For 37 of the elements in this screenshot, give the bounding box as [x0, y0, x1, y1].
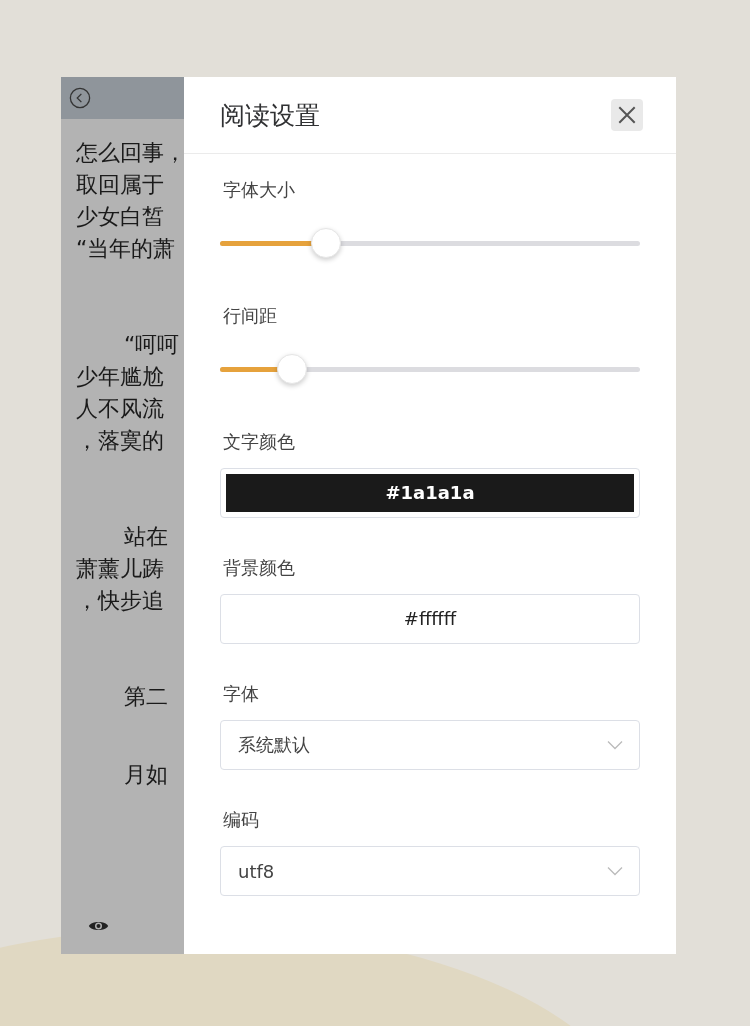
text-line: 站在: [123, 523, 169, 551]
select-value: utf8: [238, 860, 275, 882]
slider-thumb[interactable]: [277, 354, 308, 384]
text-line: 少女白皙: [76, 203, 165, 231]
color-picker[interactable]: #1a1a1a: [220, 468, 640, 518]
setting-label: 背景颜色: [222, 556, 296, 580]
select-value: 系统默认: [238, 733, 310, 757]
text-line: 怎么回事，: [76, 139, 184, 167]
setting-label: 文字颜色: [222, 430, 296, 454]
setting-label: 编码: [222, 808, 260, 832]
close-icon: [616, 104, 638, 126]
back-icon[interactable]: [69, 87, 91, 109]
select-field[interactable]: 系统默认: [220, 720, 640, 770]
text-line: 人不风流: [76, 395, 165, 423]
setting-label: 行间距: [222, 304, 278, 328]
close-button[interactable]: [611, 99, 643, 131]
color-value: #1a1a1a: [226, 474, 634, 512]
chevron-down-icon: [607, 866, 623, 876]
text-line: 萧薰儿踌: [76, 555, 165, 583]
text-line: “当年的萧: [76, 235, 177, 263]
slider[interactable]: [220, 354, 640, 384]
chevron-down-icon: [607, 740, 623, 750]
text-line: ，落寞的: [76, 427, 165, 455]
text-line: 取回属于: [76, 171, 165, 199]
eye-icon[interactable]: [88, 919, 109, 933]
setting-label: 字体: [222, 682, 260, 706]
text-line: “呵呵: [123, 331, 181, 359]
slider[interactable]: [220, 228, 640, 258]
text-line: ，快步追: [76, 587, 165, 615]
text-line: 第二: [123, 683, 169, 711]
select-field[interactable]: utf8: [220, 846, 640, 896]
text-line: 月如: [123, 761, 169, 789]
drawer-title: 阅读设置: [220, 99, 320, 132]
slider-thumb[interactable]: [311, 228, 341, 258]
text-line: 少年尴尬: [76, 363, 165, 391]
setting-label: 字体大小: [222, 178, 296, 202]
color-picker[interactable]: #ffffff: [220, 594, 640, 644]
